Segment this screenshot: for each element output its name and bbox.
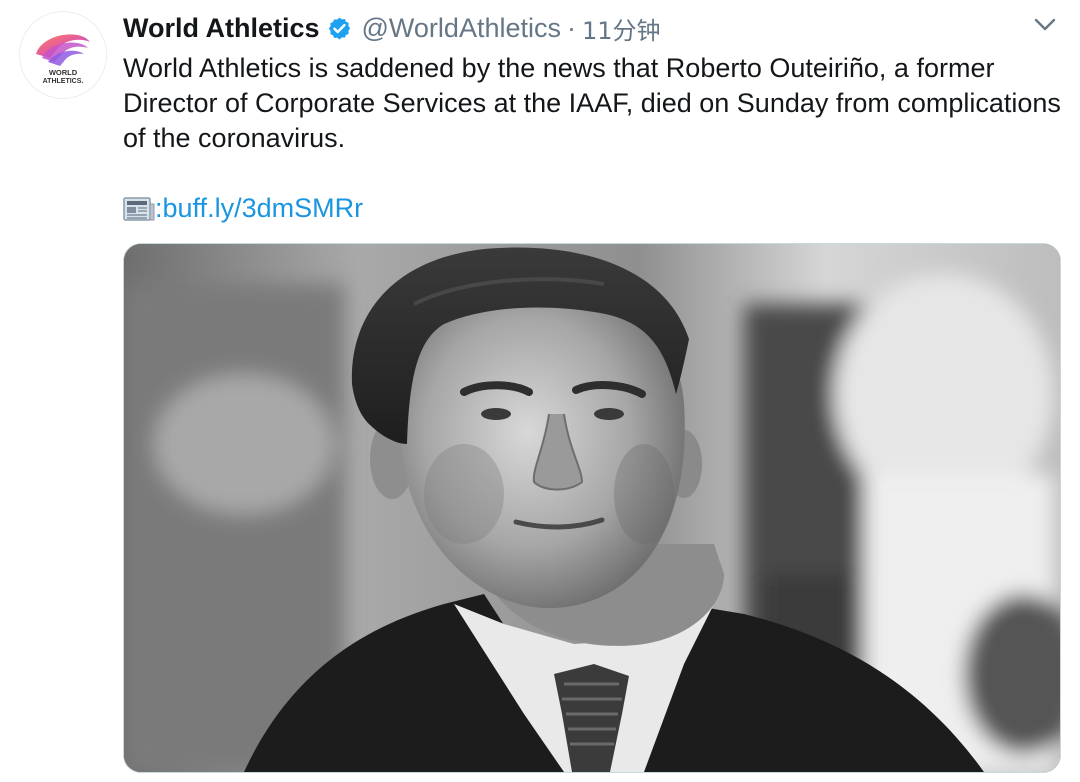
tweet-photo[interactable] (123, 243, 1061, 773)
world-athletics-logo: WORLD ATHLETICS. (20, 12, 106, 98)
tweet-header: World Athletics @WorldAthletics · 11分钟 (123, 8, 661, 48)
user-handle[interactable]: @WorldAthletics (362, 13, 561, 44)
newspaper-icon (123, 196, 155, 221)
shortened-link[interactable]: buff.ly/3dmSMRr (163, 193, 364, 224)
separator-dot: · (566, 12, 576, 43)
link-line: : buff.ly/3dmSMRr (123, 191, 363, 226)
photo-image (124, 244, 1060, 772)
link-prefix: : (155, 193, 163, 223)
logo-text-line2: ATHLETICS. (43, 78, 84, 85)
logo-text-line1: WORLD (49, 68, 78, 77)
display-name[interactable]: World Athletics (123, 13, 320, 44)
tweet-text: World Athletics is saddened by the news … (123, 53, 1061, 153)
verified-badge-icon (328, 17, 350, 39)
chevron-down-icon[interactable] (1030, 12, 1060, 36)
tweet[interactable]: WORLD ATHLETICS. World Athletics @WorldA… (0, 0, 1080, 782)
timestamp[interactable]: 11分钟 (582, 11, 661, 46)
avatar[interactable]: WORLD ATHLETICS. (20, 12, 106, 98)
